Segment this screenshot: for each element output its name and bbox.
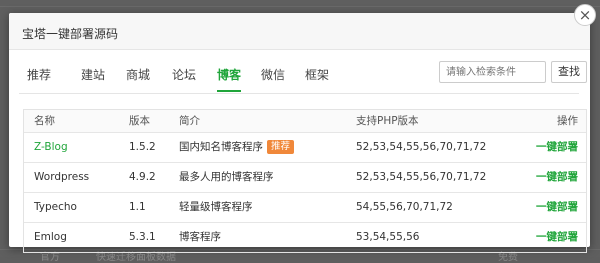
row-version: 1.1 [129, 201, 146, 213]
tab-framework[interactable]: 框架 [305, 59, 329, 92]
tab-website[interactable]: 建站 [81, 59, 105, 92]
tab-recommend[interactable]: 推荐 [27, 59, 51, 92]
row-php: 52,53,54,55,56,70,71,72 [356, 141, 487, 153]
tab-wechat[interactable]: 微信 [261, 59, 285, 92]
row-php: 52,53,54,55,56,70,71,72 [356, 171, 487, 183]
header-description: 简介 [179, 115, 200, 127]
header-version: 版本 [129, 115, 150, 127]
deploy-button[interactable]: 一键部署 [536, 223, 578, 252]
header-name: 名称 [34, 115, 55, 127]
row-description: 最多人用的博客程序 [179, 171, 274, 183]
row-php: 54,55,56,70,71,72 [356, 201, 453, 213]
tab-blog[interactable]: 博客 [217, 59, 242, 92]
table-header-row: 名称 版本 简介 支持PHP版本 操作 [24, 110, 586, 132]
row-description: 国内知名博客程序 [179, 141, 263, 153]
table-row: Z-Blog 1.5.2 国内知名博客程序 推荐 52,53,54,55,56,7… [24, 132, 586, 162]
close-icon[interactable]: × [574, 4, 596, 26]
source-table: 名称 版本 简介 支持PHP版本 操作 Z-Blog 1.5.2 国内知名博客程… [23, 109, 587, 253]
row-name: Emlog [34, 231, 67, 243]
background-divider [0, 6, 600, 7]
deploy-source-modal: 宝塔一键部署源码 推荐 建站 商城 论坛 博客 微信 框架 查找 名称 版本 简… [9, 13, 590, 253]
row-name[interactable]: Z-Blog [34, 133, 68, 162]
table-row: Emlog 5.3.1 博客程序 53,54,55,56 一键部署 [24, 222, 586, 252]
tab-forum[interactable]: 论坛 [172, 59, 196, 92]
modal-header: 宝塔一键部署源码 [9, 13, 590, 50]
row-version: 1.5.2 [129, 141, 156, 153]
row-description: 博客程序 [179, 231, 221, 243]
header-action: 操作 [557, 115, 578, 127]
row-description: 轻量级博客程序 [179, 201, 253, 213]
row-version: 5.3.1 [129, 231, 156, 243]
deploy-button[interactable]: 一键部署 [536, 133, 578, 162]
row-description-cell: 国内知名博客程序 推荐 [179, 133, 295, 162]
row-name: Wordpress [34, 171, 90, 183]
tab-shop[interactable]: 商城 [126, 59, 150, 92]
header-php: 支持PHP版本 [356, 115, 419, 127]
modal-title: 宝塔一键部署源码 [22, 27, 119, 41]
row-php: 53,54,55,56 [356, 231, 420, 243]
search-button[interactable]: 查找 [551, 61, 587, 83]
search-input[interactable] [439, 61, 546, 83]
recommend-badge: 推荐 [267, 140, 295, 154]
deploy-button[interactable]: 一键部署 [536, 163, 578, 192]
row-name: Typecho [34, 201, 77, 213]
table-row: Typecho 1.1 轻量级博客程序 54,55,56,70,71,72 一键… [24, 192, 586, 222]
row-version: 4.9.2 [129, 171, 156, 183]
deploy-button[interactable]: 一键部署 [536, 193, 578, 222]
table-row: Wordpress 4.9.2 最多人用的博客程序 52,53,54,55,56… [24, 162, 586, 192]
